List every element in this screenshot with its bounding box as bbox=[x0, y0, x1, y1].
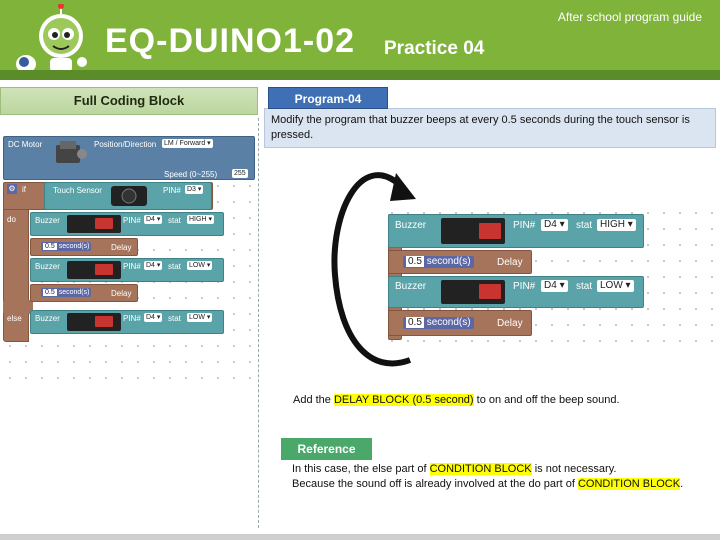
robot-mascot-icon bbox=[16, 4, 87, 73]
program-description: Modify the program that buzzer beeps at … bbox=[271, 114, 690, 141]
delay-block-1[interactable]: 0.5 second(s) Delay bbox=[30, 238, 138, 256]
panel-divider bbox=[258, 118, 259, 528]
buzzer-module-icon bbox=[441, 280, 505, 304]
buzzer-module-icon bbox=[67, 215, 121, 233]
touch-sensor-block[interactable]: Touch Sensor PIN# D3 ▾ bbox=[44, 182, 212, 210]
buzzer-high-block[interactable]: Buzzer PIN# D4 ▾ stat HIGH ▾ bbox=[30, 212, 224, 236]
loop-buzzer-low-block[interactable]: Buzzer PIN# D4 ▾ stat LOW ▾ bbox=[388, 276, 644, 308]
reference-tab[interactable]: Reference bbox=[281, 438, 372, 460]
dc-motor-icon bbox=[56, 141, 87, 163]
buzzer-low-block[interactable]: Buzzer PIN# D4 ▾ stat LOW ▾ bbox=[30, 258, 224, 282]
program-tab[interactable]: Program-04 bbox=[268, 87, 388, 109]
full-coding-block-tab[interactable]: Full Coding Block bbox=[0, 87, 258, 115]
reference-text: In this case, the else part of CONDITION… bbox=[292, 463, 684, 490]
page-subtitle: Practice 04 bbox=[384, 38, 485, 59]
buzzer-module-icon bbox=[67, 313, 121, 331]
speed-input[interactable]: 255 bbox=[232, 169, 248, 178]
delay-block-2[interactable]: 0.5 second(s) Delay bbox=[30, 284, 138, 302]
page-title: EQ-DUINO1-02 bbox=[105, 22, 356, 60]
loop-delay-block-2[interactable]: 0.5 second(s) Delay bbox=[388, 310, 532, 336]
guide-label: After school program guide bbox=[557, 10, 702, 24]
header-banner: EQ-DUINO1-02 Practice 04 After school pr… bbox=[0, 0, 720, 80]
touch-pin-select[interactable]: D3 ▾ bbox=[185, 185, 204, 194]
dc-motor-block[interactable]: DC Motor Position/Direction LM / Forward… bbox=[3, 136, 255, 180]
buzzer-module-icon bbox=[67, 261, 121, 279]
footer-bar bbox=[0, 534, 720, 540]
touch-sensor-icon bbox=[111, 186, 147, 206]
buzzer-else-block[interactable]: Buzzer PIN# D4 ▾ stat LOW ▾ bbox=[30, 310, 224, 334]
position-direction-select[interactable]: LM / Forward ▾ bbox=[162, 139, 213, 148]
instruction-text: Add the DELAY BLOCK (0.5 second) to on a… bbox=[293, 394, 620, 406]
loop-delay-block-1[interactable]: 0.5 second(s) Delay bbox=[388, 250, 532, 274]
loop-buzzer-high-block[interactable]: Buzzer PIN# D4 ▾ stat HIGH ▾ bbox=[388, 214, 644, 248]
gear-icon[interactable]: ⚙ bbox=[7, 184, 17, 194]
buzzer-module-icon bbox=[441, 218, 505, 244]
